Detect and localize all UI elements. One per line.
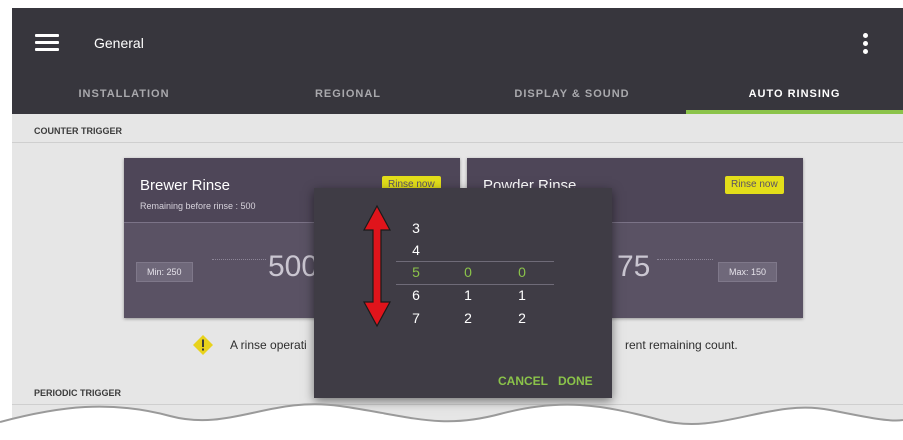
tab-bar: INSTALLATION REGIONAL DISPLAY & SOUND AU… (12, 80, 903, 114)
scroll-annotation-arrow-icon (362, 204, 392, 328)
tab-installation[interactable]: INSTALLATION (12, 80, 236, 114)
warning-text-continued: rent remaining count. (625, 338, 738, 352)
number-picker-dialog: 3 4 5 6 7 0 1 2 0 1 2 CANCEL DONE (314, 188, 612, 398)
picker-digit[interactable]: 6 (406, 287, 426, 303)
picker-digit-selected[interactable]: 0 (512, 264, 532, 280)
settings-screen: General INSTALLATION REGIONAL DISPLAY & … (12, 8, 903, 440)
hamburger-icon[interactable] (35, 34, 59, 52)
max-label: Max: 150 (718, 262, 778, 282)
app-bar: General (12, 8, 903, 80)
picker-digit-selected[interactable]: 5 (406, 264, 426, 280)
section-divider (12, 142, 903, 143)
powder-rinse-now-button[interactable]: Rinse now (725, 176, 784, 194)
cancel-button[interactable]: CANCEL (498, 374, 548, 388)
picker-digit[interactable]: 2 (512, 310, 532, 326)
picker-selection-line (396, 284, 554, 285)
picker-digit[interactable]: 4 (406, 242, 426, 258)
picker-digit[interactable]: 2 (458, 310, 478, 326)
picker-digit[interactable]: 1 (512, 287, 532, 303)
tab-auto-rinsing[interactable]: AUTO RINSING (686, 80, 903, 114)
remaining-before-rinse: Remaining before rinse : 500 (140, 201, 256, 211)
picker-digit[interactable]: 1 (458, 287, 478, 303)
warning-icon (193, 335, 213, 355)
done-button[interactable]: DONE (558, 374, 593, 388)
brewer-rinse-title: Brewer Rinse (140, 177, 231, 194)
warning-text: A rinse operati (230, 338, 307, 352)
picker-selection-line (396, 261, 554, 262)
tab-display-sound[interactable]: DISPLAY & SOUND (460, 80, 684, 114)
slider-track (212, 259, 266, 261)
powder-rinse-value[interactable]: 75 (617, 250, 650, 284)
brewer-rinse-value[interactable]: 500 (268, 250, 318, 284)
slider-track (657, 259, 713, 261)
counter-trigger-heading: COUNTER TRIGGER (34, 126, 123, 136)
min-label: Min: 250 (136, 262, 193, 282)
page-title: General (94, 35, 144, 51)
picker-digit[interactable]: 7 (406, 310, 426, 326)
picker-digit[interactable]: 3 (406, 220, 426, 236)
more-vert-icon[interactable] (863, 33, 868, 55)
picker-digit-selected[interactable]: 0 (458, 264, 478, 280)
torn-edge-decoration (0, 403, 903, 440)
tab-regional[interactable]: REGIONAL (236, 80, 460, 114)
